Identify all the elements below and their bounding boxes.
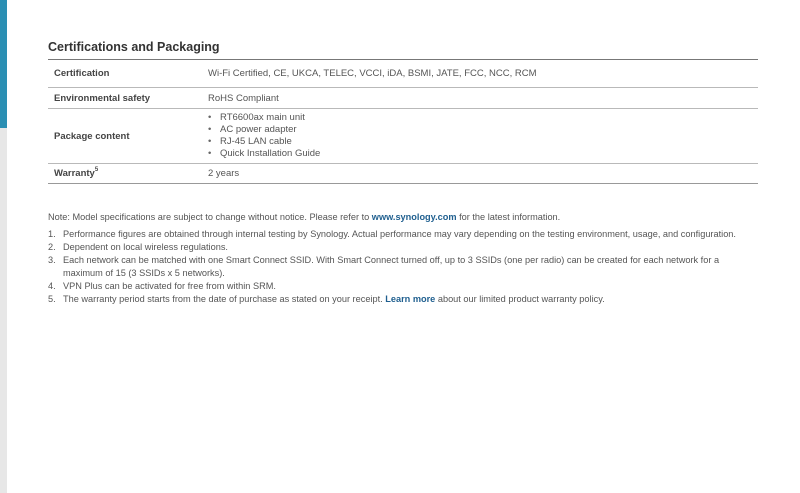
footnote-list: 1. Performance figures are obtained throu… bbox=[48, 228, 760, 305]
package-list: RT6600ax main unit AC power adapter RJ-4… bbox=[208, 112, 758, 160]
section-title: Certifications and Packaging bbox=[48, 40, 220, 54]
table-row: Environmental safety RoHS Compliant bbox=[48, 87, 758, 109]
footnote-number: 2. bbox=[48, 242, 56, 252]
footnote-text: The warranty period starts from the date… bbox=[63, 293, 386, 304]
footnote-number: 5. bbox=[48, 293, 56, 304]
warranty-value: 2 years bbox=[208, 163, 758, 184]
footnote-number: 4. bbox=[48, 280, 56, 291]
footnote-item: 3. Each network can be matched with one S… bbox=[48, 254, 760, 279]
synology-website-link[interactable]: www.synology.com bbox=[372, 212, 457, 222]
footnote-text: Dependent on local wireless regulations. bbox=[63, 242, 228, 252]
warranty-label-cell: Warranty5 bbox=[48, 163, 208, 184]
warranty-label: Warranty bbox=[54, 168, 95, 179]
footnote-text-end: about our limited product warranty polic… bbox=[435, 293, 605, 304]
page-side-accent bbox=[0, 0, 7, 128]
spec-table: Certification Wi-Fi Certified, CE, UKCA,… bbox=[48, 60, 758, 184]
list-item: Quick Installation Guide bbox=[208, 148, 758, 160]
table-row: Package content RT6600ax main unit AC po… bbox=[48, 108, 758, 164]
table-row: Certification Wi-Fi Certified, CE, UKCA,… bbox=[48, 60, 758, 88]
certification-value: Wi-Fi Certified, CE, UKCA, TELEC, VCCI, … bbox=[208, 60, 758, 88]
list-item: RJ-45 LAN cable bbox=[208, 136, 758, 148]
table-row: Warranty5 2 years bbox=[48, 163, 758, 184]
footnote-text: Each network can be matched with one Sma… bbox=[63, 255, 720, 278]
environmental-value: RoHS Compliant bbox=[208, 87, 758, 109]
footnote-item: 4. VPN Plus can be activated for free fro… bbox=[48, 280, 760, 293]
note-intro-text-end: for the latest information. bbox=[456, 212, 561, 222]
footnote-text: VPN Plus can be activated for free from … bbox=[63, 280, 276, 291]
notes-section: Note: Model specifications are subject t… bbox=[48, 211, 760, 306]
certification-label: Certification bbox=[48, 60, 208, 88]
package-value: RT6600ax main unit AC power adapter RJ-4… bbox=[208, 108, 758, 164]
footnote-text: Performance figures are obtained through… bbox=[63, 229, 736, 239]
list-item: AC power adapter bbox=[208, 124, 758, 136]
learn-more-link[interactable]: Learn more bbox=[385, 294, 435, 304]
environmental-label: Environmental safety bbox=[48, 87, 208, 109]
footnote-item: 1. Performance figures are obtained throu… bbox=[48, 228, 760, 241]
footnote-item: 2. Dependent on local wireless regulation… bbox=[48, 241, 760, 254]
note-intro: Note: Model specifications are subject t… bbox=[48, 211, 760, 223]
footnote-item: 5. The warranty period starts from the da… bbox=[48, 293, 760, 306]
warranty-footnote-ref: 5 bbox=[94, 167, 99, 173]
note-intro-text: Note: Model specifications are subject t… bbox=[48, 212, 372, 222]
list-item: RT6600ax main unit bbox=[208, 112, 758, 124]
footnote-number: 1. bbox=[48, 229, 56, 239]
footnote-number: 3. bbox=[48, 255, 56, 265]
package-label: Package content bbox=[48, 108, 208, 164]
